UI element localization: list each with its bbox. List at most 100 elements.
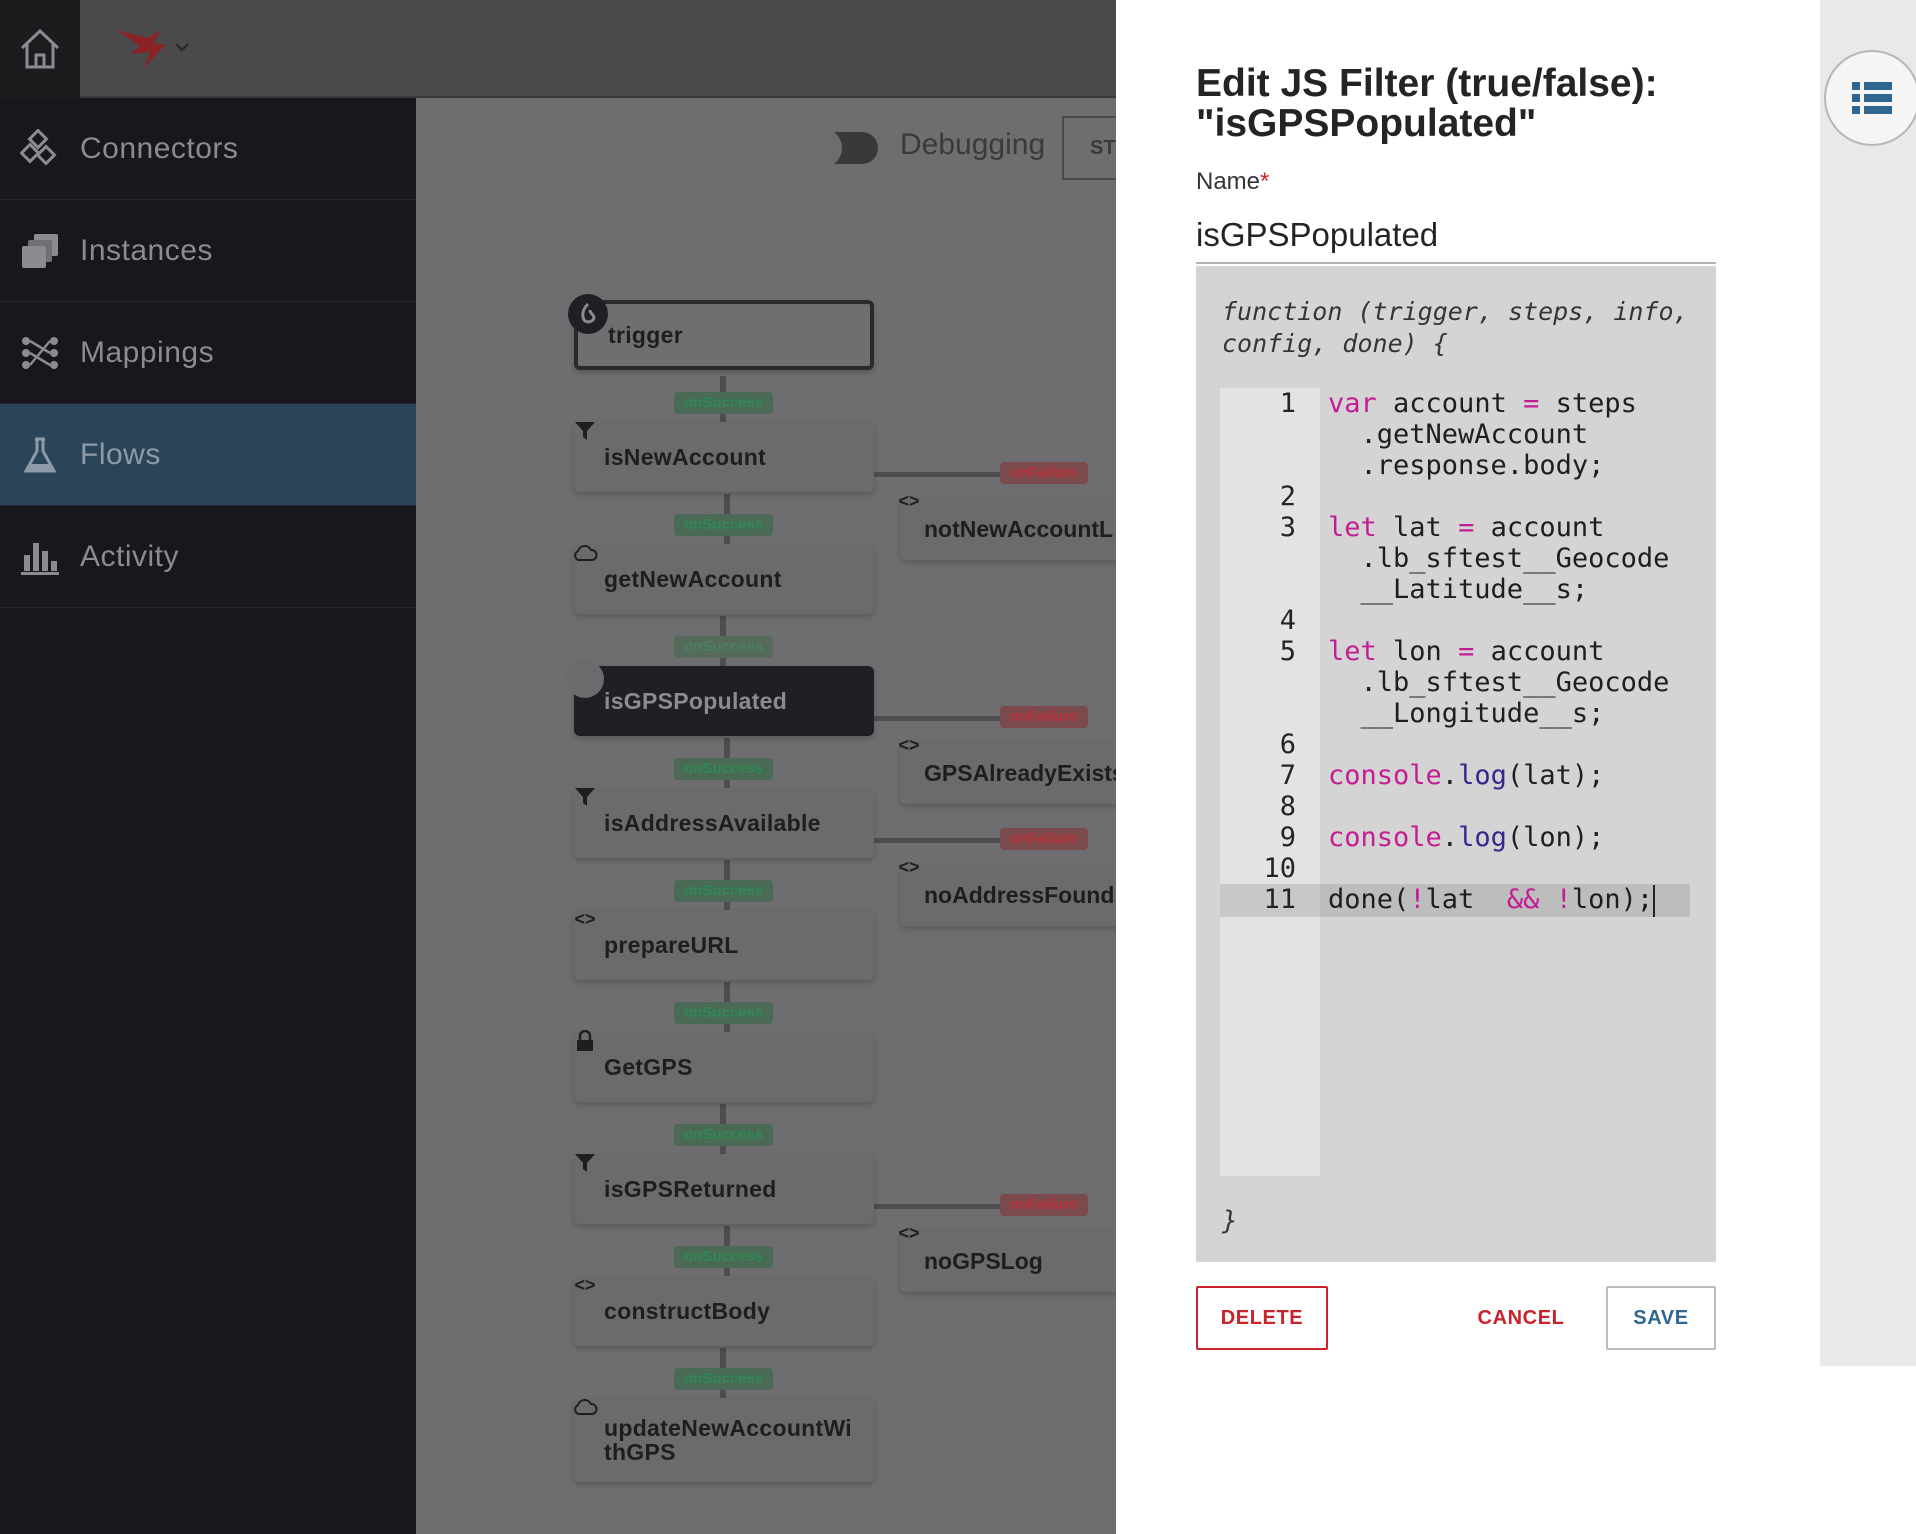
code-line[interactable]: 8 (1220, 791, 1690, 822)
step-label: noAddressFound (924, 881, 1115, 908)
edit-js-filter-panel: Edit JS Filter (true/false): "isGPSPopul… (1116, 0, 1820, 1534)
panel-title: Edit JS Filter (true/false): "isGPSPopul… (1196, 62, 1658, 145)
code-line[interactable]: .lb_sftest__Geocode (1220, 667, 1690, 698)
step-label: isGPSReturned (604, 1175, 777, 1202)
delete-button[interactable]: DELETE (1196, 1286, 1328, 1350)
cloud-icon (572, 1396, 598, 1418)
code-icon: <> (898, 856, 920, 877)
code-line[interactable]: 6 (1220, 729, 1690, 760)
flow-step-trigger[interactable]: trigger (574, 300, 874, 370)
sidebar-item-instances[interactable]: Instances (0, 200, 416, 302)
line-number: 10 (1263, 853, 1296, 884)
code-line[interactable]: 9 console.log(lon); (1220, 822, 1690, 853)
flow-step-isnewaccount[interactable]: isNewAccount (574, 422, 874, 492)
trigger-icon (568, 294, 608, 334)
connectors-icon (20, 128, 60, 169)
code-lines[interactable]: 1 var account = steps .getNewAccount .res… (1220, 388, 1690, 917)
line-content (1320, 729, 1328, 760)
flow-step-notnewaccount[interactable]: notNewAccountL (900, 498, 1120, 560)
line-number: 9 (1279, 822, 1296, 853)
code-line[interactable]: .getNewAccount (1220, 419, 1690, 450)
lock-icon (572, 1030, 598, 1052)
line-content: .lb_sftest__Geocode (1328, 543, 1670, 574)
flow-step-getnewaccount[interactable]: getNewAccount (574, 544, 874, 614)
line-content (1320, 853, 1328, 884)
line-content: console.log(lon); (1328, 822, 1605, 853)
line-content (1320, 605, 1328, 636)
code-line[interactable]: 4 (1220, 605, 1690, 636)
cancel-button[interactable]: CANCEL (1456, 1286, 1586, 1350)
on-success-label: onSuccess (674, 1368, 774, 1390)
code-line[interactable]: __Longitude__s; (1220, 698, 1690, 729)
flow-step-noaddressfound[interactable]: noAddressFound (900, 864, 1120, 926)
text-cursor (1653, 884, 1656, 917)
step-label: noGPSLog (924, 1247, 1043, 1274)
code-line[interactable]: 10 (1220, 853, 1690, 884)
step-label: GetGPS (604, 1053, 693, 1080)
filter-icon (572, 1152, 598, 1174)
on-failure-label: onFailure (1000, 828, 1088, 850)
line-content: .getNewAccount (1328, 419, 1589, 450)
flow-step-prepareurl[interactable]: prepareURL (574, 910, 874, 980)
step-label: prepareURL (604, 931, 739, 958)
line-content (1320, 791, 1328, 822)
sidebar-item-activity[interactable]: Activity (0, 506, 416, 608)
flow-step-nogpslog[interactable]: noGPSLog (900, 1230, 1120, 1292)
code-line[interactable]: 3 let lat = account (1220, 512, 1690, 543)
code-line[interactable]: .lb_sftest__Geocode (1220, 543, 1690, 574)
code-line[interactable]: 7 console.log(lat); (1220, 760, 1690, 791)
step-label: trigger (608, 321, 683, 348)
sidebar-item-connectors[interactable]: Connectors (0, 98, 416, 200)
line-content: done(!lat && !lon); (1328, 884, 1656, 917)
line-number (1220, 450, 1320, 481)
on-failure-label: onFailure (1000, 706, 1088, 728)
line-number: 11 (1220, 884, 1320, 917)
code-line[interactable]: 5 let lon = account (1220, 636, 1690, 667)
debugging-toggle-knob[interactable] (802, 128, 842, 168)
line-number: 4 (1279, 605, 1296, 636)
flow-step-isgpsreturned[interactable]: isGPSReturned (574, 1154, 874, 1224)
line-number (1220, 698, 1320, 729)
home-button[interactable] (0, 0, 80, 98)
flow-step-constructbody[interactable]: constructBody (574, 1276, 874, 1346)
flow-step-isgpspopulated[interactable]: isGPSPopulated (574, 666, 874, 736)
line-number: 5 (1279, 636, 1296, 667)
sidebar-item-label: Mappings (80, 335, 215, 369)
line-number (1220, 667, 1320, 698)
code-line-current[interactable]: 11 done(!lat && !lon); (1220, 884, 1690, 917)
name-input[interactable] (1196, 208, 1716, 264)
sidebar-item-mappings[interactable]: Mappings (0, 302, 416, 404)
flow-step-isaddressavailable[interactable]: isAddressAvailable (574, 788, 874, 858)
step-label: GPSAlreadyExists (924, 759, 1120, 786)
mappings-icon (20, 333, 60, 373)
code-line[interactable]: __Latitude__s; (1220, 574, 1690, 605)
cloud-icon (572, 542, 598, 564)
sidebar-item-flows[interactable]: Flows (0, 404, 416, 506)
save-button[interactable]: SAVE (1606, 1286, 1716, 1350)
flow-step-updatenewaccountwithgps[interactable]: updateNewAccountWi thGPS (574, 1398, 874, 1482)
debugging-label: Debugging (900, 128, 1046, 161)
step-label: isAddressAvailable (604, 809, 821, 836)
stop-debug-button[interactable]: ST (1062, 116, 1122, 180)
on-success-label: onSuccess (674, 1124, 774, 1146)
bar-chart-icon (20, 537, 60, 577)
brand-logo-menu[interactable] (110, 24, 190, 74)
step-label: getNewAccount (604, 565, 782, 592)
function-close-brace: } (1222, 1206, 1238, 1236)
flow-step-getgps[interactable]: GetGPS (574, 1032, 874, 1102)
line-content: __Longitude__s; (1328, 698, 1605, 729)
required-asterisk: * (1260, 168, 1270, 195)
line-number: 7 (1279, 760, 1296, 791)
flow-step-gpsalreadyexists[interactable]: GPSAlreadyExists (900, 742, 1120, 804)
code-line[interactable]: 2 (1220, 481, 1690, 512)
step-label: updateNewAccountWi thGPS (604, 1416, 852, 1464)
line-content (1320, 481, 1328, 512)
code-icon: <> (574, 908, 596, 929)
line-content: let lon = account (1328, 636, 1605, 667)
line-content: .response.body; (1328, 450, 1605, 481)
code-editor[interactable]: function (trigger, steps, info, config, … (1196, 266, 1716, 1262)
code-line[interactable]: 1 var account = steps (1220, 388, 1690, 419)
code-line[interactable]: .response.body; (1220, 450, 1690, 481)
list-view-button[interactable] (1824, 50, 1916, 146)
on-failure-label: onFailure (1000, 1194, 1088, 1216)
